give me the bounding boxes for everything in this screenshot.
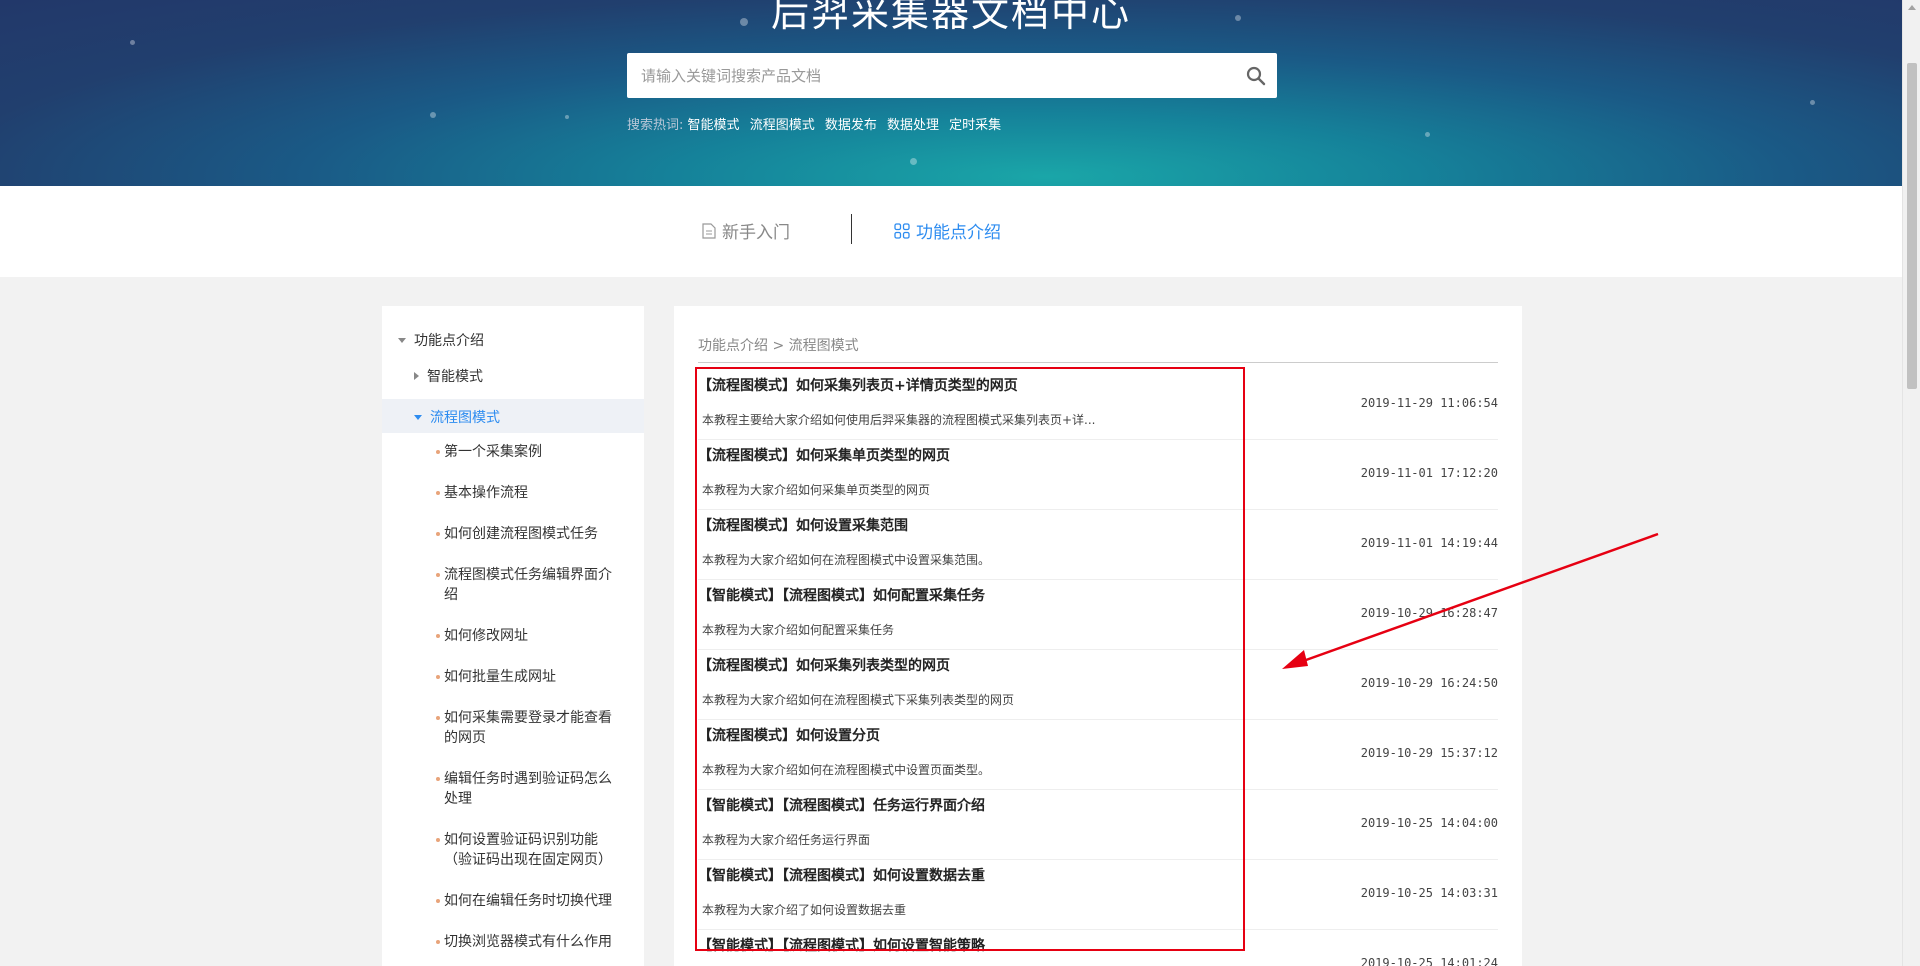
hot-word-link[interactable]: 数据发布 bbox=[825, 118, 877, 133]
hot-word-link[interactable]: 数据处理 bbox=[887, 118, 939, 133]
hot-word-link[interactable]: 定时采集 bbox=[949, 118, 1001, 133]
article-date: 2019-10-25 14:01:24 bbox=[1360, 956, 1498, 966]
scroll-up-arrow-icon[interactable] bbox=[1908, 5, 1916, 10]
article-summary: 本教程为大家介绍了如何设置数据去重 bbox=[702, 903, 907, 917]
article-date: 2019-10-29 16:28:47 bbox=[1360, 606, 1498, 620]
caret-down-icon bbox=[398, 337, 406, 343]
banner-decoration-dot bbox=[130, 40, 135, 45]
article-summary: 本教程为大家介绍如何采集单页类型的网页 bbox=[702, 483, 931, 497]
article-summary: 本教程主要给大家介绍如何使用后羿采集器的流程图模式采集列表页+详... bbox=[702, 413, 1096, 427]
banner-decoration-dot bbox=[910, 158, 917, 165]
article-title-link[interactable]: 【智能模式】【流程图模式】如何设置智能策略 bbox=[698, 935, 985, 955]
document-icon bbox=[702, 222, 716, 239]
caret-right-icon bbox=[414, 372, 419, 380]
sidebar-subitem[interactable]: 基本操作流程 bbox=[436, 483, 620, 503]
divider bbox=[698, 362, 1498, 363]
article-date: 2019-11-29 11:06:54 bbox=[1360, 396, 1498, 410]
category-tab-bar: 新手入门 功能点介绍 bbox=[0, 186, 1902, 277]
article-title-link[interactable]: 【智能模式】【流程图模式】任务运行界面介绍 bbox=[698, 795, 985, 815]
article-title-link[interactable]: 【流程图模式】如何采集列表类型的网页 bbox=[698, 655, 950, 675]
sidebar-subitem[interactable]: 如何修改网址 bbox=[436, 626, 620, 646]
article-date: 2019-11-01 14:19:44 bbox=[1360, 536, 1498, 550]
sidebar-subitem[interactable]: 第一个采集案例 bbox=[436, 442, 620, 462]
article-list-panel: 功能点介绍 > 流程图模式 【流程图模式】如何采集列表页+详情页类型的网页 本教… bbox=[674, 306, 1522, 966]
caret-down-icon bbox=[414, 414, 422, 420]
article-item: 【智能模式】【流程图模式】如何设置数据去重 本教程为大家介绍了如何设置数据去重 … bbox=[698, 860, 1498, 930]
article-item: 【流程图模式】如何采集列表类型的网页 本教程为大家介绍如何在流程图模式下采集列表… bbox=[698, 650, 1498, 720]
sidebar-subitem[interactable]: 如何批量生成网址 bbox=[436, 667, 620, 687]
article-item: 【流程图模式】如何采集列表页+详情页类型的网页 本教程主要给大家介绍如何使用后羿… bbox=[698, 370, 1498, 440]
article-date: 2019-10-25 14:03:31 bbox=[1360, 886, 1498, 900]
article-date: 2019-10-29 15:37:12 bbox=[1360, 746, 1498, 760]
article-item: 【流程图模式】如何设置采集范围 本教程为大家介绍如何在流程图模式中设置采集范围。… bbox=[698, 510, 1498, 580]
search-icon[interactable] bbox=[1245, 65, 1267, 87]
sidebar-subitem[interactable]: 如何在编辑任务时切换代理 bbox=[436, 891, 620, 911]
sidebar-nav: 功能点介绍 智能模式 流程图模式 第一个采集案例 基本操作流程 如何创建流程图模… bbox=[382, 306, 644, 966]
tab-label: 功能点介绍 bbox=[916, 223, 1001, 243]
hot-word-link[interactable]: 流程图模式 bbox=[750, 118, 815, 133]
article-item: 【流程图模式】如何采集单页类型的网页 本教程为大家介绍如何采集单页类型的网页 2… bbox=[698, 440, 1498, 510]
article-title-link[interactable]: 【流程图模式】如何设置分页 bbox=[698, 725, 880, 745]
sidebar-item-label: 功能点介绍 bbox=[414, 333, 484, 349]
page-title: 后羿采集器文档中心 bbox=[770, 0, 1131, 35]
article-title-link[interactable]: 【智能模式】【流程图模式】如何设置数据去重 bbox=[698, 865, 985, 885]
banner-decoration-dot bbox=[430, 112, 436, 118]
sidebar-subitem[interactable]: 编辑任务时遇到验证码怎么处理 bbox=[436, 769, 620, 809]
sidebar-subitem[interactable]: 如何采集需要登录才能查看的网页 bbox=[436, 708, 620, 748]
tab-divider bbox=[851, 214, 852, 244]
article-item: 【智能模式】【流程图模式】如何设置智能策略 2019-10-25 14:01:2… bbox=[698, 930, 1498, 966]
article-summary: 本教程为大家介绍如何配置采集任务 bbox=[702, 623, 895, 637]
article-title-link[interactable]: 【流程图模式】如何设置采集范围 bbox=[698, 515, 908, 535]
sidebar-item-label: 智能模式 bbox=[427, 369, 483, 385]
article-summary: 本教程为大家介绍任务运行界面 bbox=[702, 833, 871, 847]
hot-search-words: 搜索热词: 智能模式 流程图模式 数据发布 数据处理 定时采集 bbox=[627, 114, 1007, 133]
article-title-link[interactable]: 【流程图模式】如何采集单页类型的网页 bbox=[698, 445, 950, 465]
grid-icon bbox=[894, 222, 910, 239]
article-item: 【智能模式】【流程图模式】任务运行界面介绍 本教程为大家介绍任务运行界面 201… bbox=[698, 790, 1498, 860]
tab-label: 新手入门 bbox=[722, 223, 790, 243]
article-date: 2019-11-01 17:12:20 bbox=[1360, 466, 1498, 480]
article-item: 【流程图模式】如何设置分页 本教程为大家介绍如何在流程图模式中设置页面类型。 2… bbox=[698, 720, 1498, 790]
hot-search-label: 搜索热词: bbox=[627, 118, 684, 133]
sidebar-item-label: 流程图模式 bbox=[430, 410, 500, 426]
sidebar-subitem[interactable]: 如何设置验证码识别功能（验证码出现在固定网页） bbox=[436, 830, 620, 870]
hot-word-link[interactable]: 智能模式 bbox=[688, 118, 740, 133]
banner-decoration-dot bbox=[1810, 100, 1815, 105]
banner-decoration-dot bbox=[1425, 132, 1430, 137]
tab-features[interactable]: 功能点介绍 bbox=[894, 218, 1001, 243]
tab-getting-started[interactable]: 新手入门 bbox=[702, 218, 790, 243]
sidebar-item-flowchart-mode[interactable]: 流程图模式 bbox=[414, 407, 500, 427]
article-date: 2019-10-29 16:24:50 bbox=[1360, 676, 1498, 690]
page-scrollbar[interactable] bbox=[1902, 0, 1920, 966]
article-date: 2019-10-25 14:04:00 bbox=[1360, 816, 1498, 830]
sidebar-subitem[interactable]: 如何创建流程图模式任务 bbox=[436, 524, 620, 544]
breadcrumb: 功能点介绍 > 流程图模式 bbox=[698, 338, 859, 354]
article-summary: 本教程为大家介绍如何在流程图模式中设置采集范围。 bbox=[702, 553, 991, 567]
article-summary: 本教程为大家介绍如何在流程图模式下采集列表类型的网页 bbox=[702, 693, 1015, 707]
article-item: 【智能模式】【流程图模式】如何配置采集任务 本教程为大家介绍如何配置采集任务 2… bbox=[698, 580, 1498, 650]
header-banner: 后羿采集器文档中心 搜索热词: 智能模式 流程图模式 数据发布 数据处理 定时采… bbox=[0, 0, 1902, 186]
article-summary: 本教程为大家介绍如何在流程图模式中设置页面类型。 bbox=[702, 763, 991, 777]
search-box bbox=[627, 53, 1277, 98]
sidebar-subitem[interactable]: 切换浏览器模式有什么作用 bbox=[436, 932, 620, 952]
sidebar-subitem[interactable]: 流程图模式任务编辑界面介绍 bbox=[436, 565, 620, 605]
sidebar-item-features[interactable]: 功能点介绍 bbox=[398, 330, 484, 350]
article-title-link[interactable]: 【流程图模式】如何采集列表页+详情页类型的网页 bbox=[698, 375, 1018, 395]
sidebar-item-smart-mode[interactable]: 智能模式 bbox=[414, 366, 483, 386]
banner-decoration-dot bbox=[565, 115, 569, 119]
article-title-link[interactable]: 【智能模式】【流程图模式】如何配置采集任务 bbox=[698, 585, 985, 605]
search-input[interactable] bbox=[627, 53, 1207, 98]
scrollbar-thumb[interactable] bbox=[1907, 63, 1917, 389]
